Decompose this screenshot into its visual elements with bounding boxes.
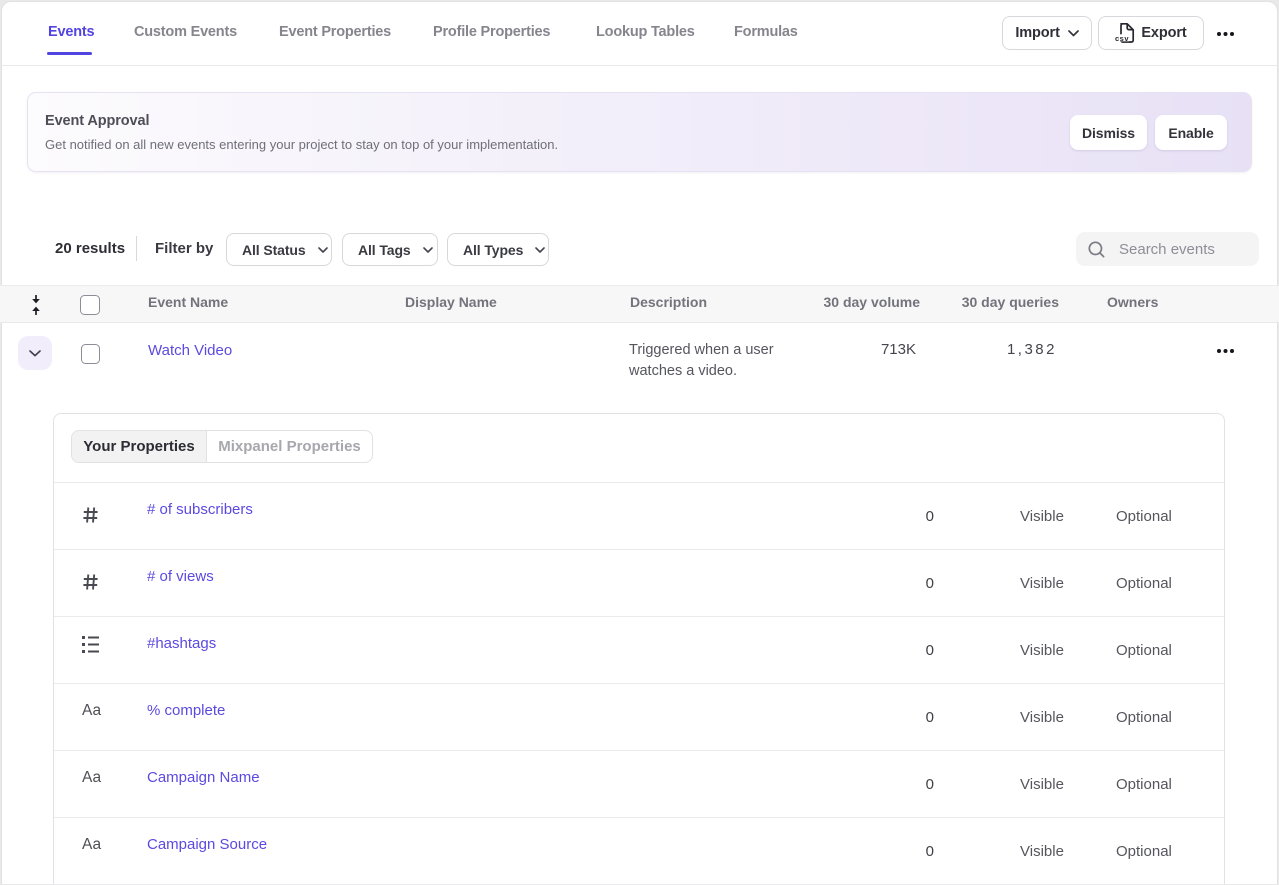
svg-text:csv: csv: [1115, 34, 1129, 43]
